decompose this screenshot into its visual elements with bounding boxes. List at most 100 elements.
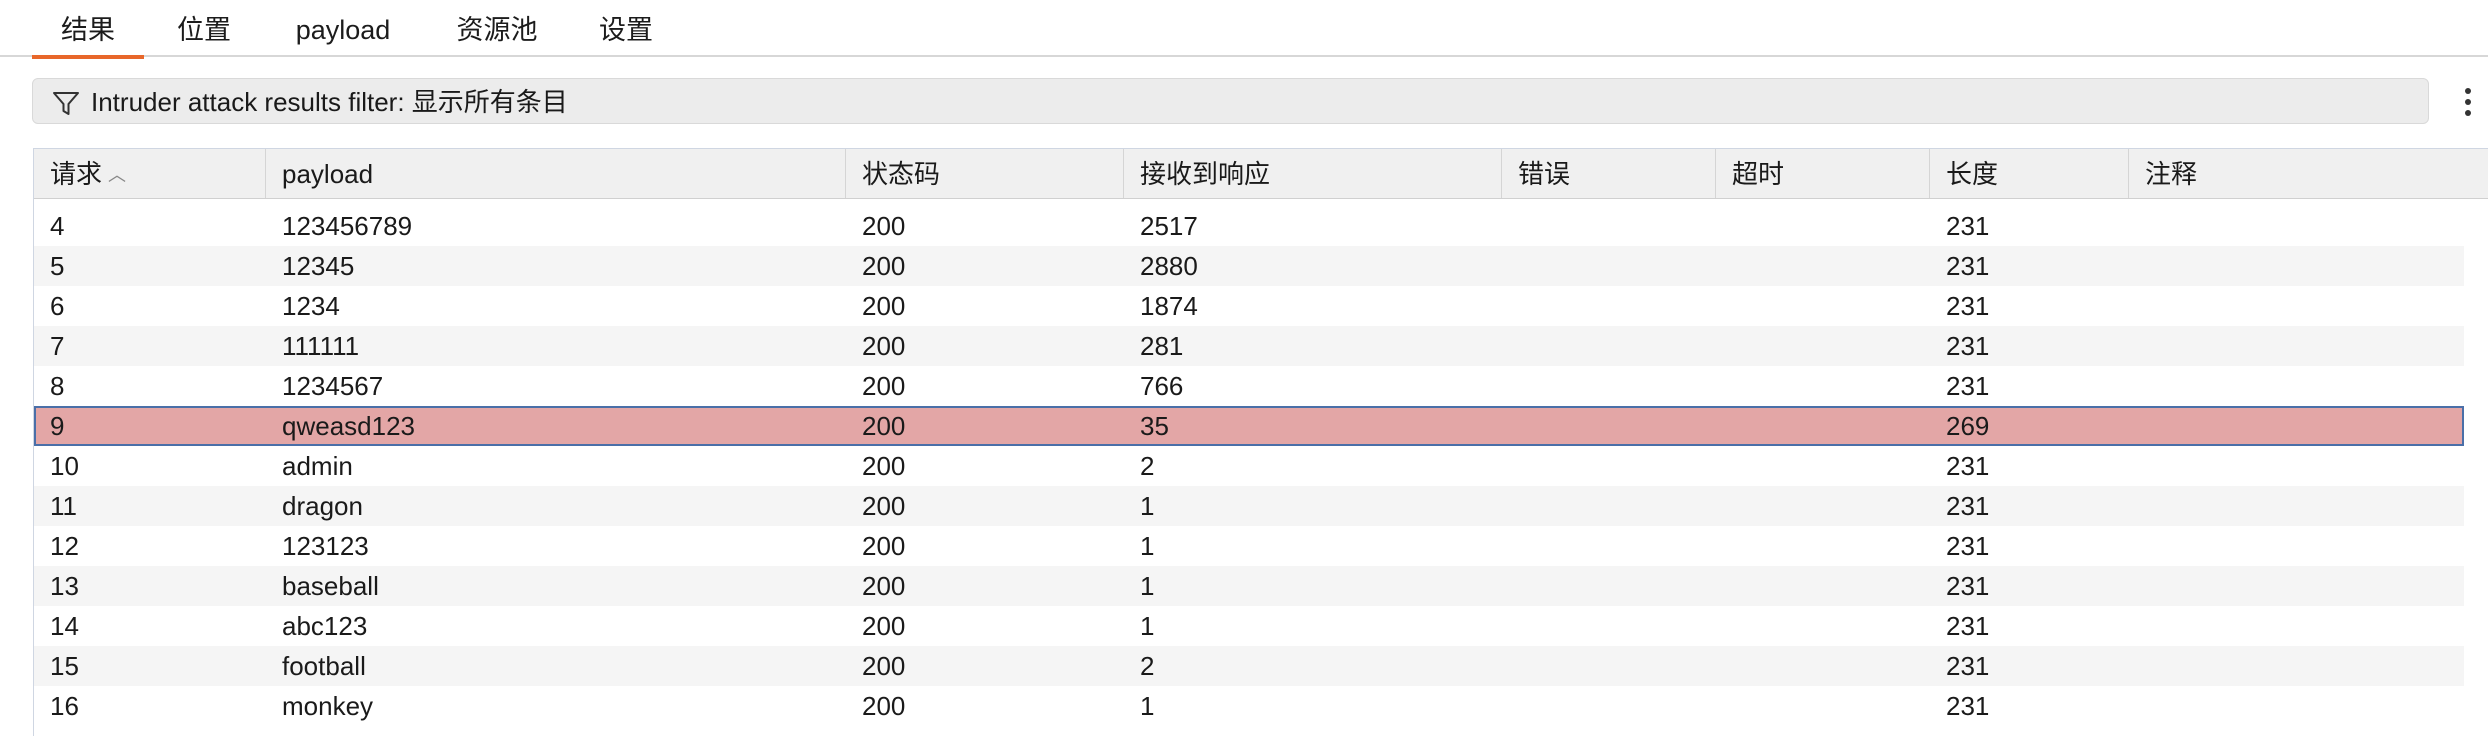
table-row[interactable]: 11 dragon 200 1 231 [34,486,2464,526]
request-cell: 6 [50,291,65,321]
table-row[interactable]: 16 monkey 200 1 231 [34,686,2464,726]
timeout-cell [1716,366,1930,406]
table-row[interactable]: 8 1234567 200 766 231 [34,366,2464,406]
table-row-partial [34,181,2464,201]
error-cell [1502,486,1716,526]
table-row[interactable]: 7 111111 200 281 231 [34,326,2464,366]
received-cell: 1 [1140,531,1155,561]
table-row[interactable]: 13 baseball 200 1 231 [34,566,2464,606]
received-cell: 281 [1140,331,1184,361]
payload-cell: 1234 [282,291,340,321]
status-cell: 200 [862,491,906,521]
length-cell: 231 [1946,291,1990,321]
tab-payload[interactable]: payload [277,0,409,57]
table-row[interactable]: 4 123456789 200 2517 231 [34,206,2464,246]
status-cell: 200 [862,411,906,441]
length-cell: 231 [1946,571,1990,601]
length-cell: 231 [1946,651,1990,681]
table-row[interactable]: 5 12345 200 2880 231 [34,246,2464,286]
comment-cell [2129,606,2464,646]
length-cell: 231 [1946,331,1990,361]
payload-cell: admin [282,451,353,481]
payload-cell: 123456789 [282,211,413,241]
error-cell [1502,526,1716,566]
length-cell: 231 [1946,371,1990,401]
table-row[interactable]: 10 admin 200 2 231 [34,446,2464,486]
status-cell: 200 [862,451,906,481]
timeout-cell [1716,566,1930,606]
table-row[interactable]: 15 football 200 2 231 [34,646,2464,686]
payload-cell: baseball [282,571,379,601]
received-cell: 2 [1140,651,1155,681]
comment-cell [2129,366,2464,406]
status-cell: 200 [862,331,906,361]
received-cell: 1 [1140,571,1155,601]
payload-cell: dragon [282,491,363,521]
received-cell: 35 [1140,411,1169,441]
comment-cell [2129,566,2464,606]
request-cell: 12 [50,531,79,561]
table-row[interactable]: 14 abc123 200 1 231 [34,606,2464,646]
status-cell: 200 [862,291,906,321]
received-cell: 2517 [1140,211,1198,241]
status-cell: 200 [862,211,906,241]
length-cell: 231 [1946,491,1990,521]
length-cell: 231 [1946,691,1990,721]
status-cell: 200 [862,371,906,401]
timeout-cell [1716,286,1930,326]
error-cell [1502,606,1716,646]
kebab-menu-icon[interactable] [2456,84,2480,120]
timeout-cell [1716,246,1930,286]
timeout-cell [1716,406,1930,446]
request-cell: 16 [50,691,79,721]
table-row-selected[interactable]: 9 qweasd123 200 35 269 [34,406,2464,446]
received-cell: 1 [1140,611,1155,641]
comment-cell [2129,286,2464,326]
received-cell: 2 [1140,451,1155,481]
payload-cell: 111111 [282,331,360,361]
timeout-cell [1716,606,1930,646]
tab-resource-pool[interactable]: 资源池 [443,0,551,57]
table-row[interactable]: 6 1234 200 1874 231 [34,286,2464,326]
error-cell [1502,406,1716,446]
table-row[interactable]: 12 123123 200 1 231 [34,526,2464,566]
timeout-cell [1716,446,1930,486]
length-cell: 231 [1946,531,1990,561]
comment-cell [2129,406,2464,446]
timeout-cell [1716,526,1930,566]
comment-cell [2129,326,2464,366]
length-cell: 231 [1946,611,1990,641]
tab-settings[interactable]: 设置 [585,0,667,57]
request-cell: 14 [50,611,79,641]
error-cell [1502,206,1716,246]
status-cell: 200 [862,251,906,281]
payload-cell: 12345 [282,251,355,281]
request-cell: 11 [50,491,77,521]
timeout-cell [1716,646,1930,686]
error-cell [1502,566,1716,606]
error-cell [1502,446,1716,486]
request-cell: 15 [50,651,79,681]
length-cell: 231 [1946,451,1990,481]
payload-cell: 123123 [282,531,369,561]
request-cell: 8 [50,371,65,401]
request-cell: 10 [50,451,79,481]
received-cell: 1 [1140,691,1155,721]
comment-cell [2129,646,2464,686]
error-cell [1502,246,1716,286]
error-cell [1502,686,1716,726]
status-cell: 200 [862,691,906,721]
received-cell: 766 [1140,371,1184,401]
timeout-cell [1716,486,1930,526]
timeout-cell [1716,686,1930,726]
tab-positions[interactable]: 位置 [158,0,250,57]
received-cell: 1874 [1140,291,1198,321]
results-filter-bar[interactable]: Intruder attack results filter: 显示所有条目 [32,78,2429,124]
tab-results[interactable]: 结果 [32,0,144,59]
received-cell: 1 [1140,491,1155,521]
payload-cell: qweasd123 [282,411,415,441]
request-cell: 7 [50,331,65,361]
timeout-cell [1716,326,1930,366]
length-cell: 231 [1946,251,1990,281]
comment-cell [2129,246,2464,286]
